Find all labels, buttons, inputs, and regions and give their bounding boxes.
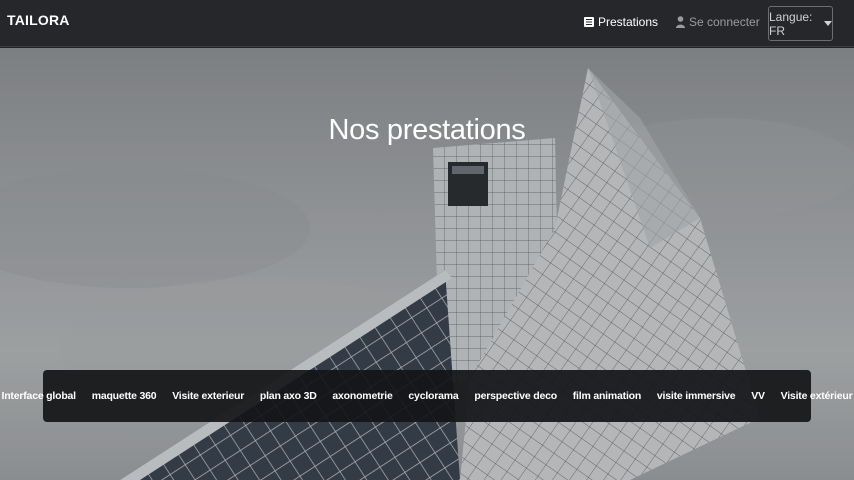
nav-login-link[interactable]: Se connecter [676, 15, 760, 29]
brand-logo[interactable]: TAILORA [7, 12, 70, 28]
prestations-menu: Interface global maquette 360 Visite ext… [2, 370, 853, 422]
menu-item-visite-immersive[interactable]: visite immersive [649, 390, 743, 402]
hero-section: Nos prestations Interface global maquett… [0, 48, 854, 480]
menu-item-cyclorama[interactable]: cyclorama [401, 390, 467, 402]
menu-item-plan-axo-3d[interactable]: plan axo 3D [252, 390, 325, 402]
menu-item-interface-global[interactable]: Interface global [0, 390, 84, 402]
menu-item-visite-exterieur-2[interactable]: Visite extérieur [773, 390, 854, 402]
navbar: TAILORA Prestations Se connecter Langue:… [0, 0, 854, 47]
menu-item-perspective-deco[interactable]: perspective deco [466, 390, 564, 402]
page-title: Nos prestations [328, 114, 526, 146]
caret-down-icon [824, 21, 832, 26]
nav-login-label: Se connecter [689, 15, 760, 29]
menu-item-visite-exterieur[interactable]: Visite exterieur [164, 390, 252, 402]
menu-item-film-animation[interactable]: film animation [565, 390, 649, 402]
nav-prestations-link[interactable]: Prestations [584, 15, 658, 29]
menu-item-axonometrie[interactable]: axonometrie [325, 390, 401, 402]
menu-item-vv[interactable]: VV [743, 390, 772, 402]
language-label: Langue: FR [769, 9, 813, 38]
language-dropdown[interactable]: Langue: FR [768, 6, 833, 41]
menu-item-maquette-360[interactable]: maquette 360 [84, 390, 165, 402]
nav-prestations-label: Prestations [598, 15, 659, 29]
user-icon [676, 16, 685, 28]
list-icon [584, 17, 594, 27]
